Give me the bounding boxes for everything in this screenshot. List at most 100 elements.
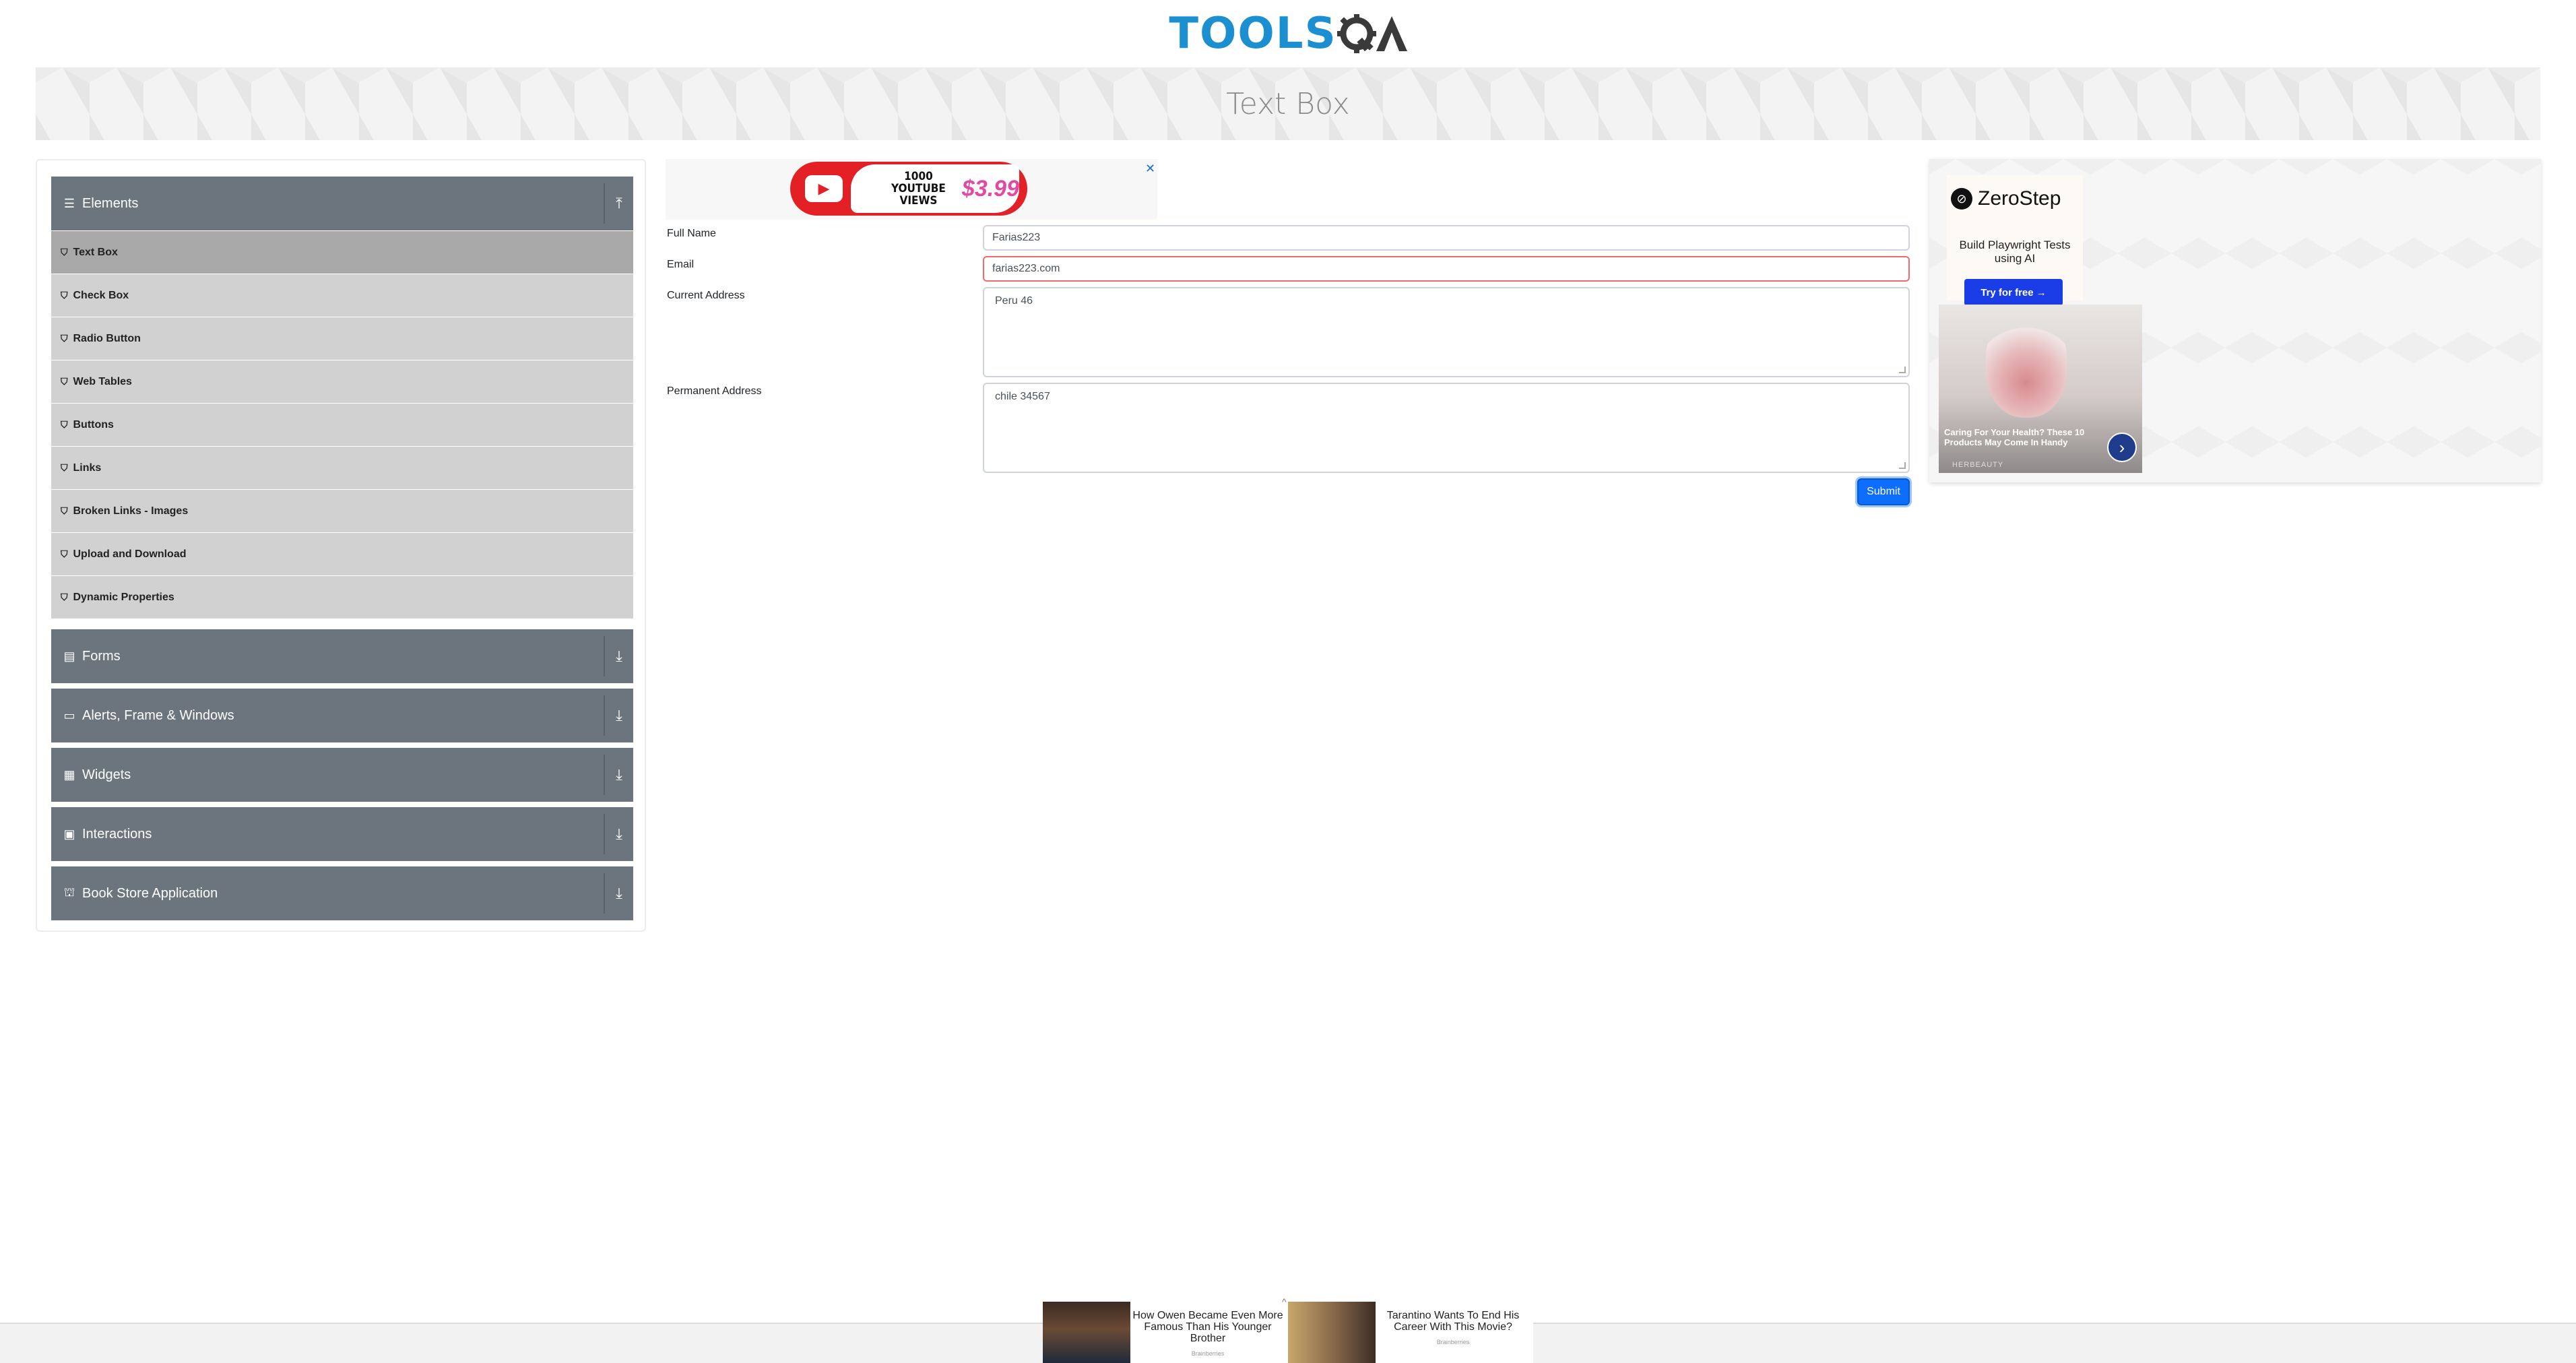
sidebar-item-links[interactable]: ⛉ Links [51, 446, 633, 489]
zerostep-ad[interactable]: ⊘ ZeroStep Build Playwright Tests using … [1947, 175, 2083, 306]
email-label: Email [667, 259, 695, 270]
item-icon: ⛉ [61, 376, 68, 387]
sidebar-group-widgets[interactable]: ▦ Widgets ⤓ [51, 748, 633, 802]
item-icon: ⛉ [61, 462, 68, 473]
logo-tools-text: TOOLS [1169, 9, 1337, 59]
submit-button[interactable]: Submit [1857, 478, 1910, 505]
footer-ad: ^ How Owen Became Even More Famous Than … [1043, 1296, 1533, 1363]
sidebar-item-label: Buttons [73, 418, 114, 431]
zerostep-brand: ⊘ ZeroStep [1951, 187, 2061, 210]
zerostep-tagline: Build Playwright Tests using AI [1959, 239, 2071, 265]
window-icon: ▭ [63, 708, 75, 722]
grid-icon: ▦ [63, 767, 75, 782]
logo-a-shape [1376, 16, 1407, 51]
book-icon: ⛫ [63, 885, 75, 899]
page-banner: Text Box [36, 67, 2540, 140]
current-address-value: Peru 46 [995, 295, 1033, 307]
group-label: Interactions [82, 826, 152, 842]
right-ad-panel: ⊘ ZeroStep Build Playwright Tests using … [1929, 159, 2541, 482]
play-icon: ▶ [805, 175, 843, 202]
chevron-right-icon[interactable]: › [2107, 433, 2137, 462]
close-icon[interactable]: ✕ [1145, 162, 1155, 176]
header: TOOLS [0, 0, 2576, 67]
herbeauty-source: HERBEAUTY [1952, 461, 2004, 469]
item-icon: ⛉ [61, 592, 68, 602]
sidebar-item-label: Links [73, 462, 102, 474]
email-input[interactable]: farias223.com [983, 256, 1910, 282]
group-label: Book Store Application [82, 885, 218, 901]
group-label: Alerts, Frame & Windows [82, 707, 234, 723]
sidebar-item-dynamic-properties[interactable]: ⛉ Dynamic Properties [51, 575, 633, 619]
sidebar-group-book-store[interactable]: ⛫ Book Store Application ⤓ [51, 866, 633, 920]
footer-ad-item-tarantino[interactable]: Tarantino Wants To End His Career With T… [1288, 1302, 1531, 1363]
toolsqa-logo[interactable]: TOOLS [1169, 9, 1407, 59]
ad-source: Brainberries [1191, 1350, 1225, 1357]
hamburger-icon: ☰ [63, 196, 75, 210]
sidebar-item-label: Broken Links - Images [73, 505, 189, 517]
expand-icon[interactable]: ⤓ [604, 873, 633, 914]
full-name-input[interactable]: Farias223 [983, 225, 1910, 251]
permanent-address-textarea[interactable]: chile 34567 [983, 383, 1910, 473]
resize-handle[interactable] [1899, 367, 1906, 373]
gear-icon [1337, 14, 1376, 53]
sidebar-item-web-tables[interactable]: ⛉ Web Tables [51, 360, 633, 403]
footer-ad-item-owen[interactable]: How Owen Became Even More Famous Than Hi… [1043, 1302, 1285, 1363]
herbeauty-ad[interactable]: Caring For Your Health? These 10 Product… [1939, 305, 2142, 473]
sidebar: ☰ Elements ⤒ ⛉ Text Box ⛉ Check Box ⛉ Radio… [36, 159, 646, 932]
sidebar-group-alerts[interactable]: ▭ Alerts, Frame & Windows ⤓ [51, 689, 633, 742]
sidebar-group-forms[interactable]: ▤ Forms ⤓ [51, 629, 633, 683]
sidebar-item-label: Dynamic Properties [73, 591, 174, 603]
item-icon: ⛉ [61, 333, 68, 344]
full-name-label: Full Name [667, 228, 716, 239]
zerostep-logo-icon: ⊘ [1951, 188, 1972, 210]
collapse-icon[interactable]: ⤒ [604, 183, 633, 224]
expand-icon[interactable]: ⤓ [604, 695, 633, 736]
item-icon: ⛉ [61, 505, 68, 516]
ad-text: Tarantino Wants To End His Career With T… [1376, 1302, 1531, 1363]
sidebar-item-label: Web Tables [73, 375, 132, 387]
item-icon: ⛉ [61, 548, 68, 559]
sidebar-group-elements[interactable]: ☰ Elements ⤒ [51, 177, 633, 230]
herbeauty-caption: Caring For Your Health? These 10 Product… [1944, 427, 2085, 447]
form-icon: ▤ [63, 649, 75, 663]
permanent-address-value: chile 34567 [995, 391, 1050, 402]
permanent-address-label: Permanent Address [667, 385, 762, 397]
group-label: Forms [82, 648, 121, 664]
ad-headline: How Owen Became Even More Famous Than Hi… [1132, 1310, 1283, 1344]
sidebar-item-check-box[interactable]: ⛉ Check Box [51, 274, 633, 317]
group-label: Elements [82, 195, 139, 211]
current-address-textarea[interactable]: Peru 46 [983, 287, 1910, 377]
ad-thumbnail-image [1288, 1302, 1376, 1363]
interaction-icon: ▣ [63, 827, 75, 841]
sidebar-item-label: Upload and Download [73, 548, 187, 560]
elements-menu: ⛉ Text Box ⛉ Check Box ⛉ Radio Button ⛉ Web … [51, 230, 633, 619]
expand-icon[interactable]: ⤓ [604, 814, 633, 854]
group-label: Widgets [82, 767, 131, 782]
sidebar-item-label: Radio Button [73, 332, 141, 344]
sidebar-group-interactions[interactable]: ▣ Interactions ⤓ [51, 807, 633, 861]
expand-icon[interactable]: ⤓ [604, 755, 633, 795]
ad-banner: ▶ 1000 YOUTUBE VIEWS $3.99 [790, 162, 1027, 216]
ad-text: 1000 YOUTUBE VIEWS [884, 170, 953, 207]
resize-handle[interactable] [1899, 462, 1906, 469]
sidebar-item-broken-links[interactable]: ⛉ Broken Links - Images [51, 489, 633, 532]
sidebar-item-radio-button[interactable]: ⛉ Radio Button [51, 317, 633, 360]
expand-icon[interactable]: ⤓ [604, 636, 633, 676]
sidebar-item-label: Check Box [73, 289, 129, 301]
page-title: Text Box [1226, 86, 1350, 121]
ad-line2: YOUTUBE VIEWS [891, 182, 946, 208]
drink-glass-image [1986, 317, 2067, 418]
ad-thumbnail-image [1043, 1302, 1130, 1363]
youtube-views-ad[interactable]: ✕ ▶ 1000 YOUTUBE VIEWS $3.99 [666, 159, 1157, 220]
current-address-label: Current Address [667, 290, 745, 301]
logo-qa-text [1337, 14, 1407, 53]
sidebar-item-upload-download[interactable]: ⛉ Upload and Download [51, 532, 633, 575]
ad-inner: 1000 YOUTUBE VIEWS $3.99 [851, 164, 1019, 213]
ad-headline: Tarantino Wants To End His Career With T… [1386, 1310, 1520, 1333]
sidebar-item-buttons[interactable]: ⛉ Buttons [51, 403, 633, 446]
sidebar-item-text-box[interactable]: ⛉ Text Box [51, 230, 633, 274]
ad-text: How Owen Became Even More Famous Than Hi… [1130, 1302, 1285, 1363]
try-free-button[interactable]: Try for free → [1964, 279, 2063, 306]
item-icon: ⛉ [61, 290, 68, 300]
ad-line1: 1000 [904, 170, 933, 183]
